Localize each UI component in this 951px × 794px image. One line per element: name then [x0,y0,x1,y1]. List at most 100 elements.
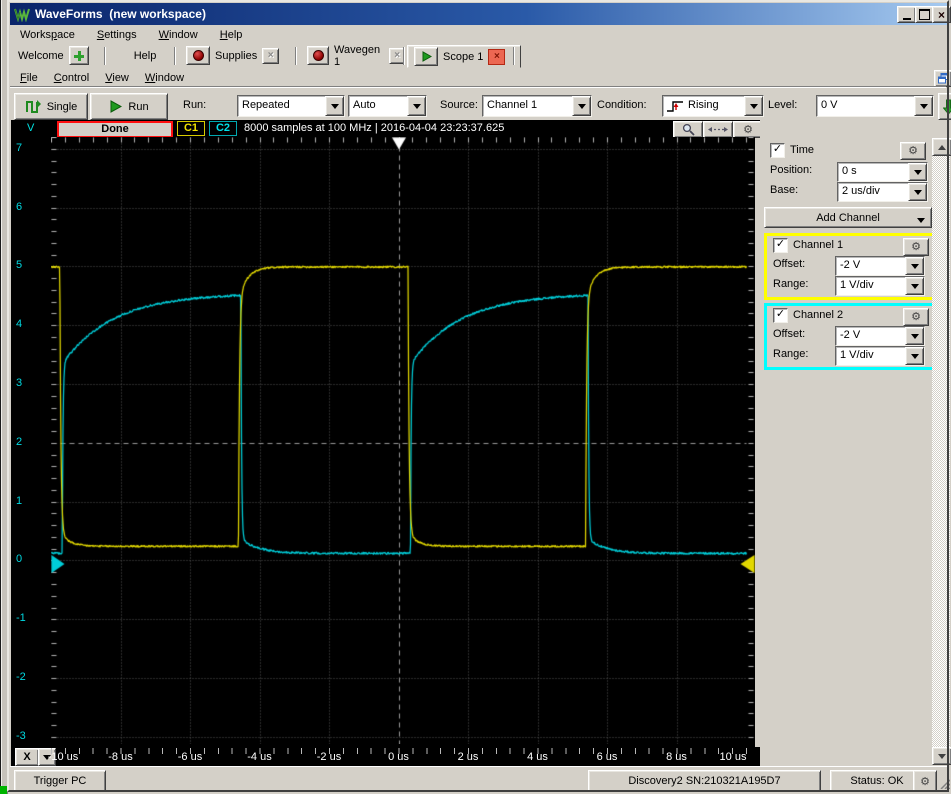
chevron-down-icon [412,103,421,113]
channel2-group: ✓ Channel 2 ⚙ Offset: -2 V Range: 1 V/di… [764,303,936,370]
trigger-pc-button[interactable]: Trigger PC [14,770,106,792]
wavegen-status-button[interactable] [307,46,330,65]
trigger-condition-select[interactable]: Rising [662,95,764,117]
plot-settings-button[interactable]: ⚙ [733,121,763,138]
close-button[interactable]: × [932,6,951,23]
time-settings-button[interactable]: ⚙ [900,142,926,160]
dropdown-button[interactable] [572,96,591,116]
trigger-mode-select[interactable]: Auto [348,95,427,117]
chevron-up-icon [938,141,946,150]
chevron-down-icon [938,753,946,763]
measure-icon [708,127,728,132]
channel1-checkbox[interactable]: ✓ [773,238,788,253]
trigger-level-select[interactable]: 0 V [816,95,934,117]
channel2-checkbox[interactable]: ✓ [773,308,788,323]
add-channel-button[interactable]: Add Channel [764,207,932,228]
device-settings-button[interactable]: ⚙ [913,770,937,792]
channel1-range-select[interactable]: 1 V/div [835,276,925,296]
channel1-offset-select[interactable]: -2 V [835,256,925,276]
tab-help[interactable]: Help [108,45,182,66]
dropdown-button[interactable] [744,96,763,116]
position-label: Position: [770,164,813,176]
dropdown-button[interactable] [914,96,933,116]
y-axis-label: 7 [16,141,23,154]
close-supplies-tab-button[interactable]: × [262,47,280,64]
dropdown-button[interactable] [905,347,924,365]
zoom-tool-button[interactable] [673,121,703,138]
add-instrument-button[interactable] [68,46,89,65]
channel1-range-value: 1 V/div [840,279,874,291]
y-axis-label: -2 [16,671,26,684]
resize-grip[interactable] [938,777,950,789]
x-axis-label: 6 us [596,751,618,763]
dropdown-button[interactable] [908,163,927,181]
scope-menu-item-control[interactable]: Control [54,72,89,84]
tab-supplies-label: Supplies [215,49,258,62]
level-label: Level: [768,99,798,111]
channel1-offset-value: -2 V [840,259,861,271]
channel2-range-select[interactable]: 1 V/div [835,346,925,366]
measure-tool-button[interactable] [703,121,733,138]
run-button[interactable]: Run [90,93,168,120]
scope-menu-item-view[interactable]: View [105,72,129,84]
power-led-icon [312,50,324,61]
time-base-select[interactable]: 2 us/div [837,182,928,202]
y-axis-unit-label: V [27,122,35,134]
restore-pane-button[interactable] [934,70,951,87]
dropdown-button[interactable] [325,96,344,116]
channel2-badge[interactable]: C2 [209,121,237,136]
time-base-value: 2 us/div [842,185,880,197]
menu-item-workspace[interactable]: Workspace [20,29,75,41]
waveform-canvas[interactable] [51,137,755,744]
x-axis-button[interactable]: X [15,748,39,766]
menu-item-help[interactable]: Help [220,29,243,41]
time-position-select[interactable]: 0 s [837,162,928,182]
run-mode-select[interactable]: Repeated [237,95,345,117]
scope-run-status-button[interactable] [414,47,438,66]
trigger-source-select[interactable]: Channel 1 [482,95,592,117]
device-status-button[interactable]: Status: OK [830,770,924,792]
supplies-status-button[interactable] [186,46,210,65]
tab-help-label: Help [133,49,157,62]
menu-item-window[interactable]: Window [159,29,198,41]
x-axis-label: 4 us [527,751,548,763]
channel1-badge[interactable]: C1 [177,121,205,136]
source-label: Source: [440,99,478,111]
scope-menu-item-file[interactable]: File [20,72,38,84]
tab-scope[interactable]: Scope 1 × [407,45,521,68]
channel1-settings-button[interactable]: ⚙ [903,238,929,256]
dropdown-button[interactable] [908,183,927,201]
scroll-down-button[interactable] [932,747,951,765]
add-channel-label: Add Channel [816,211,880,224]
channel2-settings-button[interactable]: ⚙ [903,308,929,326]
close-scope-tab-button[interactable]: × [488,48,506,65]
panel-scrollbar[interactable] [932,138,951,765]
trigger-mode-value: Auto [353,99,376,111]
x-axis-label: 0 us [388,751,409,763]
scroll-up-button[interactable] [932,138,951,156]
dropdown-button[interactable] [905,277,924,295]
chevron-down-icon [910,263,919,273]
time-checkbox[interactable]: ✓ [770,143,785,158]
minimize-button[interactable] [897,6,916,23]
chevron-down-icon [910,353,919,363]
dropdown-button[interactable] [407,96,426,116]
scope-menu-item-window[interactable]: Window [145,72,184,84]
scope-settings-panel: ✓ Time ⚙ Position: 0 s Base: 2 us/div Ad… [760,120,951,766]
tab-wavegen[interactable]: Wavegen 1 × [301,44,411,68]
device-button[interactable]: Discovery2 SN:210321A195D7 [588,770,821,792]
dropdown-button[interactable] [905,257,924,275]
tab-welcome[interactable]: Welcome [12,45,110,66]
power-led-icon [192,50,204,61]
chevron-down-icon [913,169,922,179]
dropdown-button[interactable] [905,327,924,345]
single-button[interactable]: Single [14,93,88,120]
close-icon: × [937,7,945,22]
desktop-fragment [0,786,7,794]
window-edge-strip [0,0,8,794]
chevron-down-icon [577,103,586,113]
menu-item-settings[interactable]: Settings [97,29,137,41]
tab-supplies[interactable]: Supplies × [180,45,298,66]
channel2-offset-select[interactable]: -2 V [835,326,925,346]
level-auto-set-button[interactable] [938,93,951,120]
